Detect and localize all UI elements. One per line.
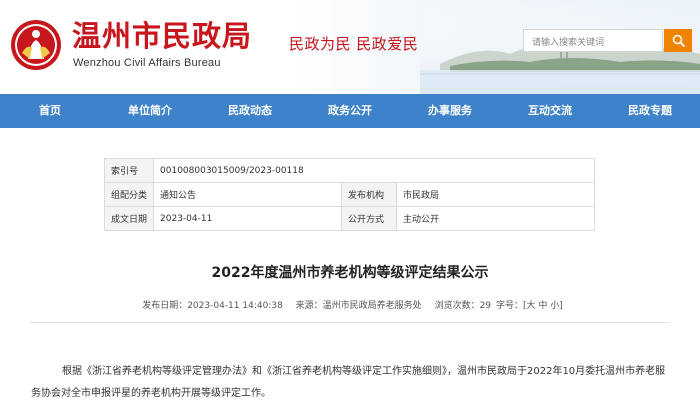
article-title: 2022年度温州市养老机构等级评定结果公示 bbox=[211, 265, 489, 281]
publisher-label: 发布机构 bbox=[341, 182, 398, 207]
table-row: 组配分类 通知公告 发布机构 市民政局 bbox=[103, 182, 595, 207]
nav-home[interactable]: 首页 bbox=[0, 94, 100, 128]
table-row: 成文日期 2023-04-11 公开方式 主动公开 bbox=[103, 206, 595, 231]
nav-topics[interactable]: 民政专题 bbox=[600, 94, 700, 128]
font-size-control[interactable]: [大 中 小] bbox=[523, 301, 563, 311]
index-value: 001008003015009/2023-00118 bbox=[153, 158, 595, 183]
font-size-label: 字号： bbox=[496, 301, 524, 311]
disclosure-label: 公开方式 bbox=[341, 206, 398, 231]
divider bbox=[30, 322, 670, 323]
nav-news[interactable]: 民政动态 bbox=[200, 94, 300, 128]
article-meta: 发布日期：2023-04-11 14:40:38 来源：温州市民政局养老服务处 … bbox=[0, 298, 700, 311]
category-label: 组配分类 bbox=[103, 182, 155, 207]
site-title: 温州市民政局 bbox=[72, 19, 253, 53]
slogan: 民政为民 民政爱民 bbox=[289, 35, 419, 53]
nav-services[interactable]: 办事服务 bbox=[400, 94, 500, 128]
publish-date: 发布日期：2023-04-11 14:40:38 bbox=[142, 301, 283, 311]
view-count: 浏览次数：29 bbox=[434, 301, 492, 311]
index-label: 索引号 bbox=[103, 158, 155, 183]
site-header: 温州市民政局 Wenzhou Civil Affairs Bureau 民政为民… bbox=[0, 0, 700, 94]
date-label: 成文日期 bbox=[103, 206, 155, 231]
publisher-value: 市民政局 bbox=[396, 182, 595, 207]
search-icon bbox=[672, 34, 685, 47]
search-button[interactable] bbox=[664, 29, 692, 52]
search-input[interactable] bbox=[524, 32, 662, 54]
article-paragraph: 根据《浙江省养老机构等级评定管理办法》和《浙江省养老机构等级评定工作实施细则》，… bbox=[31, 366, 666, 399]
nav-about[interactable]: 单位简介 bbox=[100, 94, 200, 128]
document-info-table: 索引号 001008003015009/2023-00118 组配分类 通知公告… bbox=[103, 158, 595, 231]
category-value: 通知公告 bbox=[153, 182, 343, 207]
search-box bbox=[523, 29, 663, 54]
nav-interaction[interactable]: 互动交流 bbox=[500, 94, 600, 128]
civil-affairs-emblem-icon bbox=[11, 20, 61, 70]
table-row: 索引号 001008003015009/2023-00118 bbox=[103, 158, 595, 183]
article-source: 来源：温州市民政局养老服务处 bbox=[295, 301, 422, 311]
disclosure-value: 主动公开 bbox=[396, 206, 595, 231]
main-nav: 首页 单位简介 民政动态 政务公开 办事服务 互动交流 民政专题 bbox=[0, 94, 700, 128]
date-value: 2023-04-11 bbox=[153, 206, 343, 231]
nav-government-affairs[interactable]: 政务公开 bbox=[300, 94, 400, 128]
site-subtitle: Wenzhou Civil Affairs Bureau bbox=[73, 57, 221, 69]
